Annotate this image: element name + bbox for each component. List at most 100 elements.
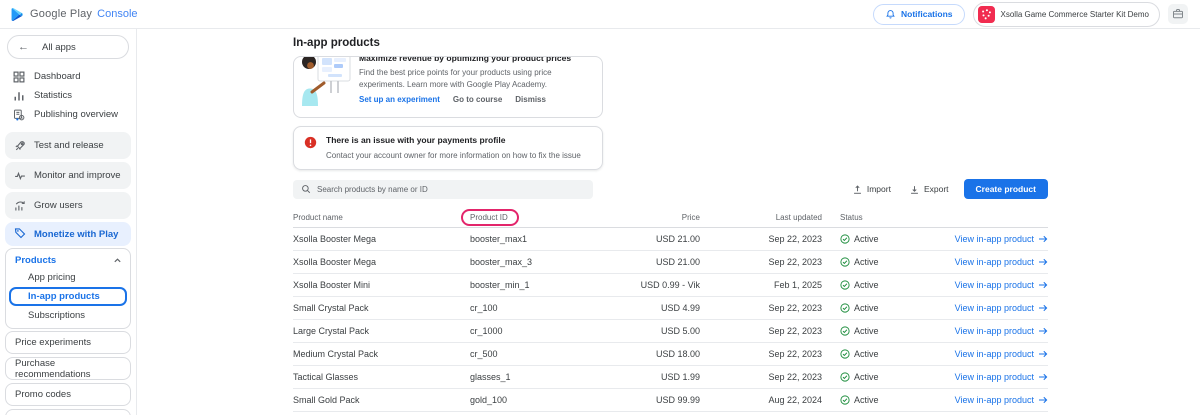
table-row: Small Crystal Pack cr_100 USD 4.99 Sep 2… <box>293 297 1048 320</box>
products-label: Products <box>15 255 56 266</box>
cell-price: USD 5.00 <box>590 326 700 336</box>
import-button[interactable]: Import <box>852 184 891 195</box>
cell-last-updated: Aug 22, 2024 <box>700 395 822 405</box>
cell-product-name: Tactical Glasses <box>293 372 470 382</box>
sidebar-section-item[interactable]: Purchase recommendations <box>5 357 131 380</box>
view-product-link[interactable]: View in-app product <box>932 280 1048 290</box>
sidebar-section-item[interactable]: Promo codes <box>5 383 131 406</box>
sidebar-item-label: Dashboard <box>34 71 80 82</box>
arrow-right-icon <box>1038 304 1048 312</box>
arrow-right-icon <box>1038 327 1048 335</box>
view-product-link[interactable]: View in-app product <box>932 395 1048 405</box>
sidebar-sub-item[interactable]: Subscriptions <box>6 307 130 324</box>
brand-console: Console <box>97 8 137 20</box>
export-button[interactable]: Export <box>909 184 949 195</box>
cell-price: USD 21.00 <box>590 234 700 244</box>
view-product-link[interactable]: View in-app product <box>932 257 1048 267</box>
sidebar-top-nav: Dashboard Statistics Publishing overview <box>0 67 136 124</box>
sidebar-item-label: Purchase recommendations <box>15 358 122 380</box>
all-apps-button[interactable]: ← All apps <box>7 35 129 59</box>
view-product-link[interactable]: View in-app product <box>932 326 1048 336</box>
sidebar-section-item[interactable]: Price experiments <box>5 331 131 354</box>
table-row: Xsolla Booster Mini booster_min_1 USD 0.… <box>293 274 1048 297</box>
pulse-icon <box>14 170 26 182</box>
main-area: In-app products <box>138 29 1200 415</box>
cell-last-updated: Feb 1, 2025 <box>700 280 822 290</box>
status-badge: Active <box>854 280 879 290</box>
cell-product-name: Xsolla Booster Mini <box>293 280 470 290</box>
search-input[interactable] <box>317 185 585 194</box>
table-controls: Import Export Create product <box>293 179 1048 199</box>
monetize-label: Monetize with Play <box>34 229 118 240</box>
app-selector[interactable]: Xsolla Game Commerce Starter Kit Demo <box>973 2 1161 27</box>
products-table: Product name Product ID Price Last updat… <box>293 208 1048 412</box>
grow-icon <box>14 200 26 212</box>
cell-status: Active <box>822 257 932 267</box>
check-circle-icon <box>840 257 850 267</box>
cell-product-name: Xsolla Booster Mega <box>293 234 470 244</box>
notifications-button[interactable]: Notifications <box>873 4 964 25</box>
table-row: Xsolla Booster Mega booster_max1 USD 21.… <box>293 228 1048 251</box>
arrow-right-icon <box>1038 235 1048 243</box>
cell-product-name: Small Gold Pack <box>293 395 470 405</box>
sidebar-item-label: Publishing overview <box>34 109 118 120</box>
view-product-label: View in-app product <box>955 257 1034 267</box>
dismiss-link[interactable]: Dismiss <box>515 95 546 104</box>
app-icon <box>978 6 995 23</box>
go-to-course-link[interactable]: Go to course <box>453 95 502 104</box>
view-product-label: View in-app product <box>955 349 1034 359</box>
sidebar-item-products[interactable]: Products <box>6 252 130 269</box>
header-product-id: Product ID <box>470 213 508 222</box>
cell-product-name: Large Crystal Pack <box>293 326 470 336</box>
status-badge: Active <box>854 326 879 336</box>
sidebar-sub-item-label: Subscriptions <box>28 310 85 321</box>
sidebar-item-label: Monitor and improve <box>34 170 121 181</box>
warning-body: Contact your account owner for more info… <box>326 151 581 160</box>
sidebar-item[interactable]: Dashboard <box>0 67 136 86</box>
cell-price: USD 4.99 <box>590 303 700 313</box>
set-up-experiment-link[interactable]: Set up an experiment <box>359 95 440 104</box>
view-product-link[interactable]: View in-app product <box>932 349 1048 359</box>
promo-text: Find the best price points for your prod… <box>359 67 592 90</box>
sidebar-item-label: Price experiments <box>15 337 91 348</box>
status-badge: Active <box>854 303 879 313</box>
create-product-button[interactable]: Create product <box>964 179 1048 199</box>
sidebar-sub-item[interactable]: In-app products <box>9 287 127 306</box>
cell-last-updated: Sep 22, 2023 <box>700 303 822 313</box>
sidebar-item-monetize-with-play[interactable]: Monetize with Play <box>5 222 131 246</box>
table-row: Medium Crystal Pack cr_500 USD 18.00 Sep… <box>293 343 1048 366</box>
cell-product-id: booster_min_1 <box>470 280 590 290</box>
page-title: In-app products <box>293 37 1048 49</box>
sidebar-section-item[interactable]: Test and release <box>5 132 131 159</box>
view-product-link[interactable]: View in-app product <box>932 234 1048 244</box>
google-play-console-logo[interactable]: Google Play Console <box>10 7 138 22</box>
sidebar-item[interactable]: Publishing overview <box>0 105 136 124</box>
statistics-icon <box>13 90 25 102</box>
view-product-label: View in-app product <box>955 326 1034 336</box>
sidebar-sub-item-label: App pricing <box>28 272 76 283</box>
check-circle-icon <box>840 349 850 359</box>
sidebar-section-item[interactable]: Grow users <box>5 192 131 219</box>
table-row: Tactical Glasses glasses_1 USD 1.99 Sep … <box>293 366 1048 389</box>
header-product-name: Product name <box>293 213 470 222</box>
sidebar-section-item[interactable]: Monitor and improve <box>5 162 131 189</box>
sidebar-item[interactable]: Statistics <box>0 86 136 105</box>
view-product-link[interactable]: View in-app product <box>932 303 1048 313</box>
table-row: Small Gold Pack gold_100 USD 99.99 Aug 2… <box>293 389 1048 412</box>
cell-status: Active <box>822 303 932 313</box>
promo-illustration <box>298 56 352 111</box>
check-circle-icon <box>840 395 850 405</box>
view-product-label: View in-app product <box>955 372 1034 382</box>
brand-google-play: Google Play <box>30 8 92 20</box>
header-last-updated: Last updated <box>700 213 822 222</box>
cell-product-id: glasses_1 <box>470 372 590 382</box>
sidebar-sub-item[interactable]: App pricing <box>6 269 130 286</box>
table-body: Xsolla Booster Mega booster_max1 USD 21.… <box>293 228 1048 412</box>
promo-title: Maximize revenue by optimizing your prod… <box>359 56 592 63</box>
product-search[interactable] <box>293 180 593 199</box>
all-apps-label: All apps <box>42 42 76 53</box>
view-product-link[interactable]: View in-app product <box>932 372 1048 382</box>
view-product-label: View in-app product <box>955 303 1034 313</box>
sidebar-section-item[interactable]: Financial reports <box>5 409 131 415</box>
briefcase-icon[interactable] <box>1168 4 1188 24</box>
